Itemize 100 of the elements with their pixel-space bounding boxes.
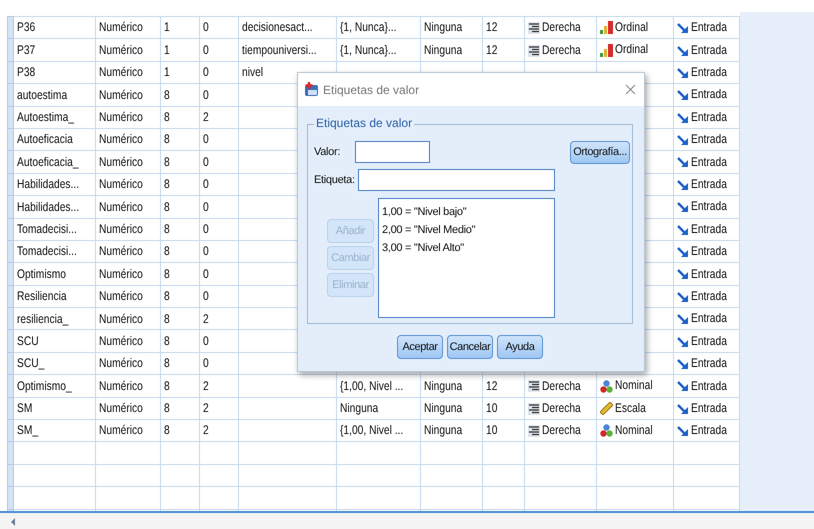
cell-text: Entrada <box>690 312 727 325</box>
cell-text: Ordinal <box>614 21 648 34</box>
dialog-button[interactable]: Aceptar <box>397 335 443 359</box>
cell-text: Entrada <box>690 200 727 213</box>
row-header[interactable] <box>8 196 14 218</box>
row-header[interactable] <box>8 308 14 330</box>
table-cell: 0 <box>200 352 238 375</box>
dialog-title: Etiquetas de valor <box>323 82 420 98</box>
table-cell: Numérico <box>96 16 160 39</box>
table-cell: P36 <box>13 16 96 39</box>
cell-text: Entrada <box>690 268 727 280</box>
table-cell: 8 <box>160 218 200 240</box>
row-header[interactable] <box>8 218 14 240</box>
arrow-icon <box>676 402 689 415</box>
table-cell: P37 <box>13 38 96 62</box>
row-header[interactable] <box>8 420 14 442</box>
row-header[interactable] <box>8 128 14 151</box>
row-header[interactable] <box>8 352 14 375</box>
align-right-icon <box>528 22 540 34</box>
table-cell: Numérico <box>96 150 160 174</box>
table-cell: Numérico <box>96 262 160 286</box>
table-cell: Numérico <box>96 38 160 62</box>
row-header[interactable] <box>8 84 14 106</box>
arrow-icon <box>676 178 689 191</box>
table-cell: Numérico <box>96 84 160 106</box>
table-cell: {1,00, Nivel ... <box>336 374 421 398</box>
cell-text: Entrada <box>690 178 727 191</box>
close-icon[interactable] <box>625 84 636 95</box>
row-header[interactable] <box>8 16 14 39</box>
table-cell: Habilidades... <box>13 196 96 218</box>
table-cell: Numérico <box>96 218 160 240</box>
dialog-button[interactable]: Ayuda <box>497 335 543 359</box>
row-header[interactable] <box>8 61 14 84</box>
table-cell: Numérico <box>96 106 160 128</box>
table-cell: autoestima <box>13 84 96 106</box>
row-header[interactable] <box>8 150 14 174</box>
arrow-icon <box>676 336 689 348</box>
row-header[interactable] <box>8 397 14 420</box>
arrow-icon <box>676 358 689 370</box>
table-cell: 10 <box>482 397 524 420</box>
dialog-button[interactable]: Cancelar <box>447 335 493 359</box>
table-cell: 2 <box>200 374 238 398</box>
row-header[interactable] <box>8 330 14 352</box>
list-item[interactable]: 3,00 = "Nivel Alto" <box>382 239 551 257</box>
label-field[interactable] <box>358 169 555 191</box>
table-cell: 12 <box>482 374 524 398</box>
table-cell: Ninguna <box>420 374 483 398</box>
arrow-icon <box>676 112 689 124</box>
align-right-icon <box>528 44 540 56</box>
spelling-button[interactable]: Ortografía... <box>570 141 630 164</box>
table-cell: 0 <box>200 38 238 62</box>
row-header[interactable] <box>8 374 14 398</box>
list-item[interactable]: 1,00 = "Nivel bajo" <box>382 203 551 221</box>
arrow-icon <box>676 425 689 438</box>
table-cell: 8 <box>160 352 200 375</box>
table-cell: decisionesact... <box>238 16 337 39</box>
table-cell: 1 <box>160 61 200 84</box>
row-header[interactable] <box>8 285 14 308</box>
arrow-icon <box>676 380 689 392</box>
arrow-icon <box>676 313 689 326</box>
row-header[interactable] <box>8 38 14 62</box>
table-cell: Numérico <box>96 330 160 352</box>
table-cell: SCU_ <box>13 352 96 375</box>
table-cell: Optimismo_ <box>13 374 96 398</box>
arrow-icon <box>676 201 689 214</box>
row-header[interactable] <box>8 173 14 196</box>
table-cell: Autoestima_ <box>13 106 96 128</box>
table-cell: 8 <box>160 150 200 174</box>
list-item[interactable]: 2,00 = "Nivel Medio" <box>382 221 551 239</box>
align-right-icon <box>528 402 540 415</box>
table-cell: 12 <box>482 38 524 62</box>
table-cell: Optimismo <box>13 262 96 286</box>
cell-text: Derecha <box>542 21 581 34</box>
table-cell: 0 <box>200 240 238 263</box>
arrow-icon <box>676 268 689 280</box>
value-field[interactable] <box>355 141 430 163</box>
cell-text: Entrada <box>690 88 727 101</box>
table-cell: tiempouniversi... <box>238 38 337 62</box>
table-cell: 0 <box>200 196 238 218</box>
arrow-icon <box>676 66 689 79</box>
table-cell: Numérico <box>96 374 160 398</box>
table-cell: 8 <box>160 196 200 218</box>
table-cell: 0 <box>200 84 238 106</box>
cell-text: Entrada <box>690 334 727 348</box>
cell-text: Entrada <box>690 133 727 146</box>
value-labels-list[interactable]: 1,00 = "Nivel bajo" 2,00 = "Nivel Medio" 3,00 = "Nivel Alto" <box>378 198 555 318</box>
align-right-icon <box>528 380 540 392</box>
arrow-icon <box>676 224 689 236</box>
arrow-icon <box>676 89 689 102</box>
table-cell: 8 <box>160 330 200 352</box>
table-cell: 8 <box>160 106 200 128</box>
field-label: Valor: <box>314 147 340 158</box>
table-cell: {1, Nunca}... <box>336 16 421 39</box>
cell-text: Derecha <box>542 380 581 392</box>
row-header[interactable] <box>8 106 14 128</box>
table-cell: 0 <box>200 285 238 308</box>
scroll-left-icon[interactable] <box>9 517 17 527</box>
table-cell: 0 <box>200 128 238 151</box>
row-header[interactable] <box>8 240 14 263</box>
row-header[interactable] <box>8 262 14 286</box>
